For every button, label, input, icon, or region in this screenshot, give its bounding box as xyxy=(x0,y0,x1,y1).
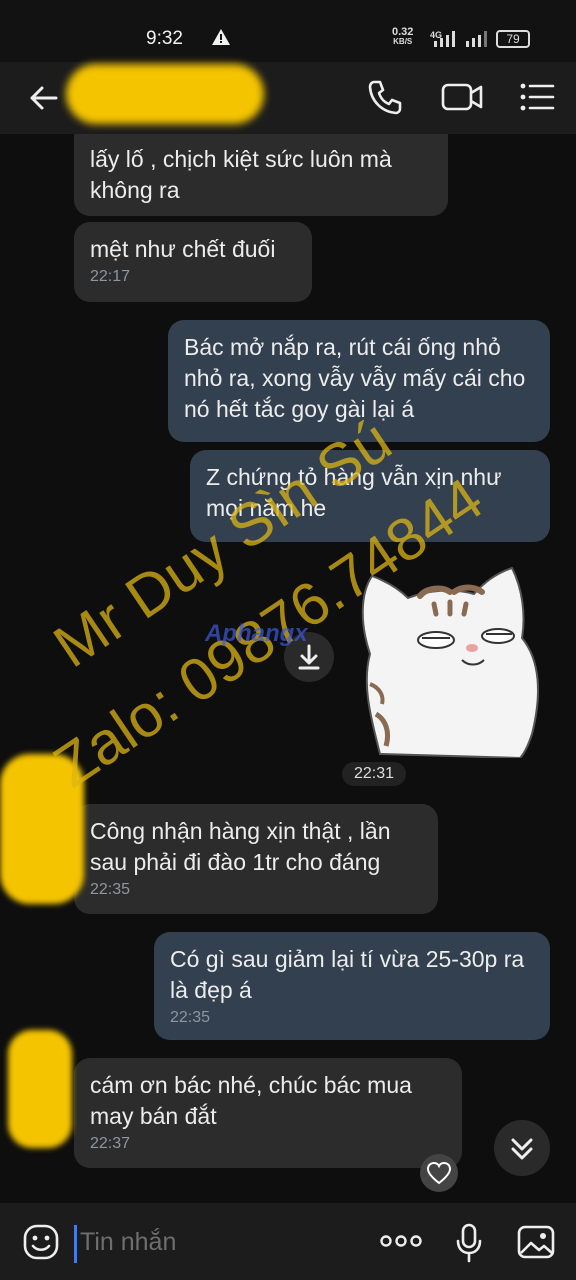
message-input-bar: Tin nhắn xyxy=(0,1203,576,1280)
message-bubble[interactable]: Công nhận hàng xịn thật , lần sau phải đ… xyxy=(74,804,438,914)
contact-name-redaction[interactable] xyxy=(66,64,264,124)
message-text: Bác mở nắp ra, rút cái ống nhỏ nhỏ ra, x… xyxy=(184,334,526,422)
react-button[interactable] xyxy=(420,1154,458,1192)
signal-icon xyxy=(434,31,455,47)
message-text: mệt như chết đuối xyxy=(90,236,276,262)
net-speed-value: 0.32 xyxy=(392,26,414,38)
message-text: Công nhận hàng xịn thật , lần sau phải đ… xyxy=(90,818,391,875)
message-text: Có gì sau giảm lại tí vừa 25-30p ra là đ… xyxy=(170,946,525,1003)
message-text: lấy lố , chịch kiệt sức luôn mà không ra xyxy=(90,146,392,203)
emoji-icon[interactable] xyxy=(22,1223,60,1261)
video-camera-icon[interactable] xyxy=(440,78,484,116)
text-caret xyxy=(74,1225,77,1263)
message-bubble[interactable]: cám ơn bác nhé, chúc bác mua may bán đắt… xyxy=(74,1058,462,1168)
status-bar: 9:32 0.32 KB/S 4G 79 xyxy=(0,0,576,70)
net-speed: 0.32 KB/S xyxy=(392,27,413,47)
message-time: 22:37 xyxy=(90,1135,131,1152)
message-time: 22:17 xyxy=(90,268,131,285)
message-bubble[interactable]: lấy lố , chịch kiệt sức luôn mà không ra xyxy=(74,134,448,216)
status-time: 9:32 xyxy=(146,28,183,49)
scroll-to-bottom-button[interactable] xyxy=(494,1120,550,1176)
sticker-time: 22:31 xyxy=(342,762,406,786)
phone-icon[interactable] xyxy=(366,78,404,116)
message-bubble[interactable]: mệt như chết đuối 22:17 xyxy=(74,222,312,302)
arrow-left-icon[interactable] xyxy=(26,80,62,116)
avatar[interactable] xyxy=(8,1030,72,1148)
chevron-double-down-icon xyxy=(511,1138,533,1160)
signal-icon-2 xyxy=(466,31,487,47)
message-time: 22:35 xyxy=(170,1009,211,1026)
chat-header xyxy=(0,62,576,134)
message-text: cám ơn bác nhé, chúc bác mua may bán đắt xyxy=(90,1072,412,1129)
watermark-logo: Aphangx xyxy=(205,620,308,647)
message-list[interactable]: lấy lố , chịch kiệt sức luôn mà không ra… xyxy=(0,134,576,1200)
battery-indicator: 79 xyxy=(496,30,530,48)
microphone-icon[interactable] xyxy=(454,1223,484,1263)
heart-icon xyxy=(426,1161,452,1185)
image-icon[interactable] xyxy=(516,1223,556,1261)
net-speed-unit: KB/S xyxy=(393,37,413,46)
message-time: 22:35 xyxy=(90,881,131,898)
message-input[interactable]: Tin nhắn xyxy=(80,1228,176,1257)
list-menu-icon[interactable] xyxy=(518,78,556,116)
more-dots-icon[interactable] xyxy=(378,1229,424,1253)
message-bubble[interactable]: Có gì sau giảm lại tí vừa 25-30p ra là đ… xyxy=(154,932,550,1040)
warning-icon xyxy=(212,29,230,45)
